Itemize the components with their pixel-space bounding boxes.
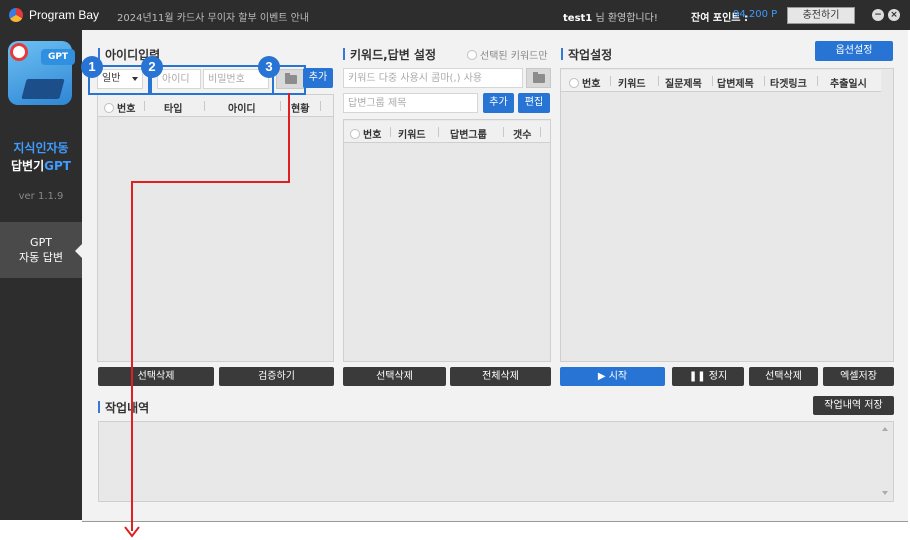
graduation-cap-icon (21, 79, 65, 99)
delete-all-keywords-button[interactable]: 전체삭제 (450, 367, 551, 386)
col-header-count: 갯수 (513, 130, 532, 141)
answer-group-input[interactable] (343, 93, 478, 113)
col-header-question-title: 질문제목 (665, 79, 702, 90)
arrow-down-icon (124, 526, 140, 538)
save-log-button[interactable]: 작업내역 저장 (813, 396, 894, 415)
sidebar-title-main: 답변기 (11, 159, 45, 173)
col-header-answer-title: 답변제목 (717, 79, 754, 90)
annotation-arrow-segment (288, 93, 290, 183)
sidebar: GPT 지식인자동 답변기GPT ver 1.1.9 GPT 자동 답변 (0, 30, 82, 520)
pause-icon: ❚❚ (688, 371, 709, 382)
options-button[interactable]: 옵션설정 (815, 41, 893, 61)
delete-selected-accounts-button[interactable]: 선택삭제 (98, 367, 214, 386)
radio-icon (467, 50, 477, 60)
title-bar: Program Bay 2024년11월 카드사 무이자 할부 이벤트 안내 t… (0, 0, 910, 30)
edit-keyword-button[interactable]: 편집 (518, 93, 550, 113)
save-excel-button[interactable]: 엑셀저장 (823, 367, 894, 386)
sidebar-item-gpt-auto-answer[interactable]: GPT 자동 답변 (0, 222, 82, 278)
sidebar-title-accent: GPT (44, 159, 71, 173)
col-header-number: 번호 (117, 104, 136, 115)
selected-keywords-only-toggle[interactable]: 선택된 키워드만 (467, 47, 548, 62)
col-header-answer-group: 답변그룹 (450, 130, 487, 141)
col-header-id: 아이디 (228, 104, 256, 115)
annotation-arrow-segment (131, 181, 290, 183)
keywords-section-title: 키워드,답변 설정 (343, 46, 436, 63)
keywords-list[interactable]: 번호 키워드 답변그룹 갯수 (343, 119, 551, 362)
brand-ring-icon (10, 43, 28, 61)
sidebar-item-label-line2: 자동 답변 (19, 251, 63, 264)
log-area[interactable] (98, 421, 894, 502)
start-button[interactable]: ▶ 시작 (560, 367, 665, 386)
stop-label: 정지 (708, 371, 728, 382)
play-icon: ▶ (597, 371, 609, 382)
main-bottom-border (82, 521, 908, 522)
select-all-tasks-checkbox[interactable]: 번호 (569, 75, 600, 90)
stop-button[interactable]: ❚❚ 정지 (672, 367, 744, 386)
select-all-checkbox[interactable]: 번호 (104, 100, 135, 115)
selected-keywords-only-label: 선택된 키워드만 (480, 51, 548, 62)
points-value: 94,200 P (733, 9, 778, 20)
delete-selected-keywords-button[interactable]: 선택삭제 (343, 367, 446, 386)
col-header-type: 타입 (164, 104, 183, 115)
keyword-import-button[interactable] (526, 68, 551, 88)
col-header-status: 현황 (291, 104, 310, 115)
annotation-marker-3: 3 (258, 56, 280, 78)
app-logo-icon (9, 8, 23, 22)
welcome-message: test1 님 환영합니다! (563, 9, 658, 24)
event-notice-link[interactable]: 2024년11월 카드사 무이자 할부 이벤트 안내 (117, 9, 309, 24)
tasks-section-title: 작업설정 (561, 46, 612, 63)
tasks-list-header: 번호 키워드 질문제목 답변제목 타겟링크 추출일시 (561, 70, 881, 92)
col-header-keyword: 키워드 (618, 79, 646, 90)
add-account-button[interactable]: 추가 (303, 68, 333, 88)
select-all-keywords-checkbox[interactable]: 번호 (350, 126, 381, 141)
col-header-extracted-at: 추출일시 (830, 79, 867, 90)
annotation-box-2 (150, 65, 274, 95)
app-icon: GPT (8, 41, 75, 105)
delete-selected-tasks-button[interactable]: 선택삭제 (749, 367, 818, 386)
col-header-keyword: 키워드 (398, 130, 426, 141)
tasks-list[interactable]: 번호 키워드 질문제목 답변제목 타겟링크 추출일시 (560, 68, 894, 362)
welcome-suffix: 님 환영합니다! (592, 13, 658, 24)
add-keyword-button[interactable]: 추가 (483, 93, 514, 113)
close-icon[interactable]: × (888, 9, 900, 21)
sidebar-title-line1: 지식인자동 (13, 141, 69, 155)
keywords-list-header: 번호 키워드 답변그룹 갯수 (344, 121, 550, 143)
annotation-marker-2: 2 (141, 56, 163, 78)
sidebar-title-line2: 답변기GPT (0, 157, 82, 174)
scroll-down-icon[interactable] (882, 491, 888, 495)
accounts-list-header: 번호 타입 아이디 현황 (98, 95, 333, 117)
active-indicator-icon (75, 244, 82, 258)
charge-button[interactable]: 충전하기 (787, 7, 855, 24)
log-section-title: 작업내역 (98, 399, 149, 416)
start-label: 시작 (608, 371, 628, 382)
minimize-icon[interactable]: − (872, 9, 884, 21)
keyword-input[interactable] (343, 68, 523, 88)
sidebar-item-label-line1: GPT (30, 236, 52, 249)
username: test1 (563, 13, 593, 24)
col-header-number: 번호 (363, 130, 382, 141)
annotation-marker-1: 1 (81, 56, 103, 78)
folder-icon (533, 72, 545, 83)
gpt-badge: GPT (41, 49, 75, 65)
verify-accounts-button[interactable]: 검증하기 (219, 367, 334, 386)
app-name: Program Bay (29, 8, 100, 22)
col-header-target-link: 타겟링크 (770, 79, 807, 90)
scroll-up-icon[interactable] (882, 427, 888, 431)
annotation-arrow-segment (131, 181, 133, 531)
version-label: ver 1.1.9 (18, 191, 64, 202)
col-header-number: 번호 (582, 79, 601, 90)
